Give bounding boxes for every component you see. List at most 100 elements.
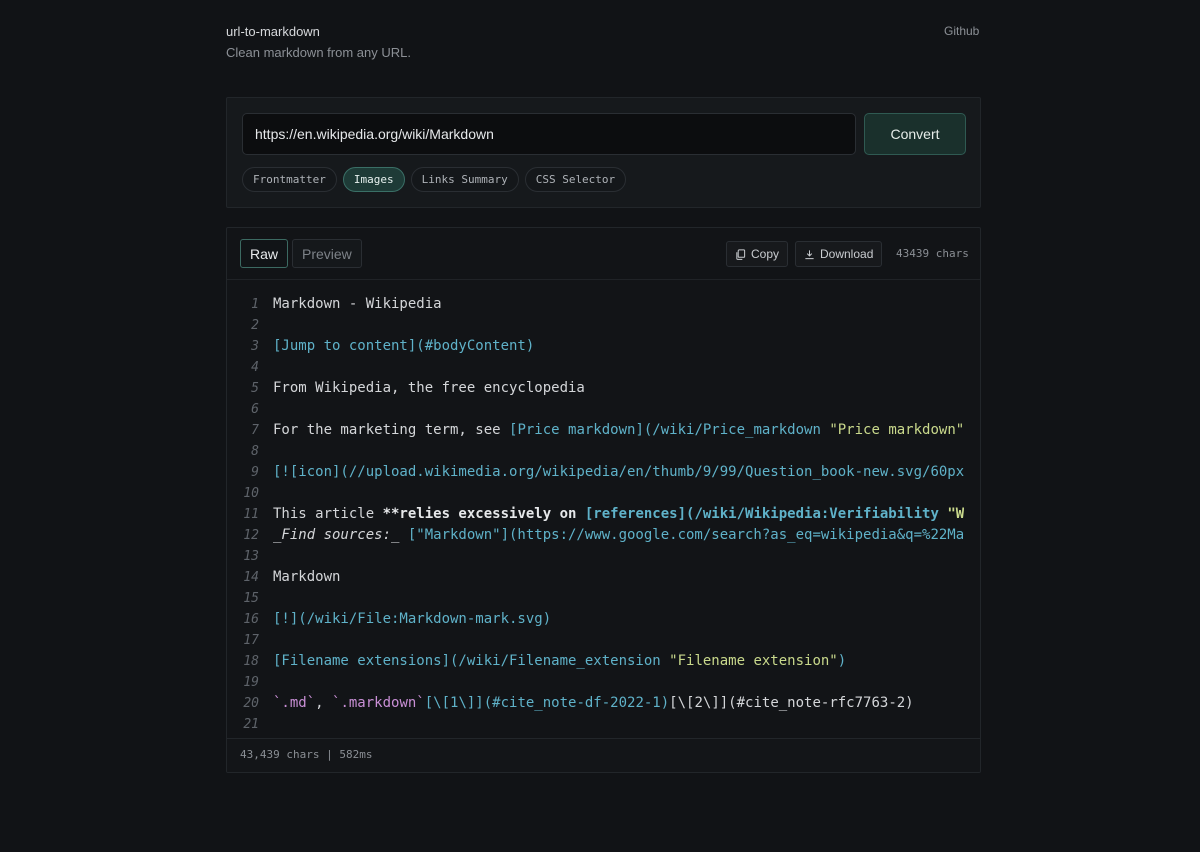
option-frontmatter[interactable]: Frontmatter bbox=[242, 167, 337, 192]
code-line: 21 bbox=[227, 714, 980, 735]
code-line: 11 This article **relies excessively on [… bbox=[227, 504, 980, 525]
code-line: 20 `.md`, `.markdown`[\[1\]](#cite_note-d… bbox=[227, 693, 980, 714]
code-token: Markdown bbox=[273, 569, 341, 585]
line-number: 7 bbox=[251, 423, 259, 438]
github-link[interactable]: Github bbox=[944, 24, 979, 38]
line-number: 8 bbox=[251, 444, 259, 459]
code-token: [!](/wiki/File:Markdown-mark.svg) bbox=[273, 611, 552, 627]
line-text: [![icon](//upload.wikimedia.org/wikipedi… bbox=[273, 462, 964, 483]
line-text: This article **relies excessively on [re… bbox=[273, 504, 964, 525]
download-icon bbox=[805, 249, 814, 259]
line-number: 10 bbox=[243, 486, 259, 501]
code-token: [Jump to content](#bodyContent) bbox=[273, 338, 535, 354]
status-text: 43,439 chars | 582ms bbox=[240, 748, 373, 761]
code-token: This article bbox=[273, 506, 383, 522]
output-toolbar: Raw Preview Copy Download 43439 chars bbox=[227, 228, 980, 280]
code-token: [![icon](//upload.wikimedia.org/wikipedi… bbox=[273, 464, 965, 480]
line-number: 12 bbox=[243, 528, 259, 543]
convert-button[interactable]: Convert bbox=[864, 113, 966, 155]
code-line: 12 _Find sources:_ ["Markdown"](https://w… bbox=[227, 525, 980, 546]
line-number: 3 bbox=[251, 339, 259, 354]
line-number: 2 bbox=[251, 318, 259, 333]
code-token: , bbox=[315, 695, 333, 711]
line-number: 20 bbox=[243, 696, 259, 711]
code-token: ["Markdown"](https://www.google.com/sear… bbox=[407, 527, 965, 543]
line-number: 21 bbox=[243, 717, 259, 732]
line-number: 15 bbox=[243, 591, 259, 606]
download-label: Download bbox=[820, 247, 874, 261]
line-text: [!](/wiki/File:Markdown-mark.svg) bbox=[273, 609, 551, 630]
code-token: [Price markdown](/wiki/Price_markdown bbox=[509, 422, 830, 438]
line-number: 6 bbox=[251, 402, 259, 417]
url-input[interactable] bbox=[242, 113, 856, 155]
tab-preview[interactable]: Preview bbox=[292, 239, 362, 268]
code-token: "W bbox=[947, 506, 965, 522]
input-panel: Convert Frontmatter Images Links Summary… bbox=[226, 97, 981, 208]
copy-button[interactable]: Copy bbox=[726, 241, 789, 267]
app-title: url-to-markdown bbox=[226, 24, 320, 39]
line-text: For the marketing term, see [Price markd… bbox=[273, 420, 964, 441]
status-bar: 43,439 chars | 582ms bbox=[227, 738, 980, 772]
code-token: For the marketing term, see bbox=[273, 422, 510, 438]
code-line: 6 bbox=[227, 399, 980, 420]
line-number: 17 bbox=[243, 633, 259, 648]
copy-icon bbox=[736, 248, 746, 260]
app-subtitle: Clean markdown from any URL. bbox=[226, 45, 411, 60]
line-number: 4 bbox=[251, 360, 259, 375]
code-line: 14 Markdown bbox=[227, 567, 980, 588]
line-number: 19 bbox=[243, 675, 259, 690]
code-token: `.markdown` bbox=[332, 695, 425, 711]
code-token: [\[1\]](#cite_note-df-2022-1) bbox=[424, 695, 670, 711]
markdown-output[interactable]: 1 Markdown - Wikipedia 2 3 [Jump to content]… bbox=[227, 294, 980, 738]
app-page: url-to-markdown Clean markdown from any … bbox=[0, 0, 1200, 852]
code-line: 9 [![icon](//upload.wikimedia.org/wikiped… bbox=[227, 462, 980, 483]
code-line: 16 [!](/wiki/File:Markdown-mark.svg) bbox=[227, 609, 980, 630]
code-line: 4 bbox=[227, 357, 980, 378]
code-line: 5 From Wikipedia, the free encyclopedia bbox=[227, 378, 980, 399]
line-number: 1 bbox=[251, 297, 259, 312]
code-line: 2 bbox=[227, 315, 980, 336]
line-text: [Filename extensions](/wiki/Filename_ext… bbox=[273, 651, 846, 672]
code-token: [\[2\]](#cite_note-rfc7763-2) bbox=[669, 695, 914, 711]
code-token: [references](/wiki/Wikipedia:Verifiabili… bbox=[584, 506, 948, 522]
code-line: 3 [Jump to content](#bodyContent) bbox=[227, 336, 980, 357]
output-panel: Raw Preview Copy Download 43439 chars 1M… bbox=[226, 227, 981, 773]
code-line: 18 [Filename extensions](/wiki/Filename_e… bbox=[227, 651, 980, 672]
line-number: 14 bbox=[243, 570, 259, 585]
code-token: `.md` bbox=[273, 695, 316, 711]
option-css-selector[interactable]: CSS Selector bbox=[524, 167, 627, 192]
line-number: 18 bbox=[243, 654, 259, 669]
code-token: Markdown - Wikipedia bbox=[273, 296, 442, 312]
option-links-summary[interactable]: Links Summary bbox=[410, 167, 519, 192]
line-text: Markdown - Wikipedia bbox=[273, 294, 442, 315]
code-line: 19 bbox=[227, 672, 980, 693]
code-token: From Wikipedia, the free encyclopedia bbox=[273, 380, 585, 396]
code-token: "Filename extension" bbox=[669, 653, 838, 669]
option-chips: Frontmatter Images Links Summary CSS Sel… bbox=[242, 167, 627, 192]
line-number: 9 bbox=[251, 465, 259, 480]
line-text: Markdown bbox=[273, 567, 340, 588]
tab-raw[interactable]: Raw bbox=[240, 239, 289, 268]
code-line: 8 bbox=[227, 441, 980, 462]
char-count: 43439 chars bbox=[896, 247, 969, 260]
line-number: 5 bbox=[251, 381, 259, 396]
option-images[interactable]: Images bbox=[342, 167, 405, 192]
line-number: 13 bbox=[243, 549, 259, 564]
code-token: _Find sources:_ bbox=[273, 527, 408, 543]
code-line: 17 bbox=[227, 630, 980, 651]
code-token: "Price markdown" bbox=[829, 422, 965, 438]
code-line: 10 bbox=[227, 483, 980, 504]
line-text: [Jump to content](#bodyContent) bbox=[273, 336, 534, 357]
code-line: 15 bbox=[227, 588, 980, 609]
line-text: `.md`, `.markdown`[\[1\]](#cite_note-df-… bbox=[273, 693, 914, 714]
line-number: 16 bbox=[243, 612, 259, 627]
code-line: 7 For the marketing term, see [Price mark… bbox=[227, 420, 980, 441]
code-line: 1 Markdown - Wikipedia bbox=[227, 294, 980, 315]
line-number: 11 bbox=[243, 507, 259, 522]
code-line: 13 bbox=[227, 546, 980, 567]
code-token: **relies excessively on bbox=[382, 506, 585, 522]
copy-label: Copy bbox=[751, 247, 780, 261]
download-button[interactable]: Download bbox=[795, 241, 883, 267]
line-text: From Wikipedia, the free encyclopedia bbox=[273, 378, 585, 399]
code-token: ) bbox=[837, 653, 847, 669]
